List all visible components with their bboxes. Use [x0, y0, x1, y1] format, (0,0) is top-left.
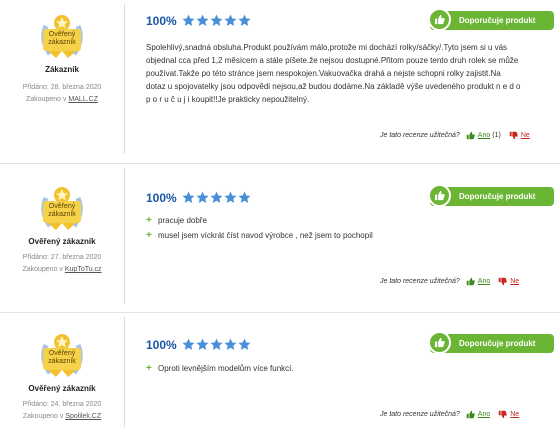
- star-icon: [196, 14, 209, 26]
- star-icon: [182, 191, 195, 203]
- reviewer-panel: Ověřený zákazník Ověřený zákazník Přidán…: [0, 164, 124, 312]
- star-icon: [182, 14, 195, 26]
- shop-link[interactable]: KupToTu.cz: [65, 266, 102, 273]
- helpfulness-prompt: Je tato recenze užitečná? Ano Ne: [380, 277, 519, 286]
- star-icon: [210, 14, 223, 26]
- star-icon: [224, 14, 237, 26]
- pro-item: + pracuje dobře: [146, 215, 207, 226]
- pro-text: Oproti levnějším modelům více funkcí.: [158, 364, 294, 373]
- rating-stars: [182, 14, 251, 27]
- thumbs-up-icon[interactable]: [466, 277, 475, 286]
- helpful-no-link[interactable]: Ne: [510, 278, 519, 285]
- verified-badge: Ověřený zákazník: [36, 12, 88, 62]
- recommends-label: Doporučuje produkt: [459, 192, 536, 201]
- helpfulness-prompt: Je tato recenze užitečná? Ano Ne: [380, 410, 519, 419]
- star-icon: [238, 14, 251, 26]
- helpful-yes-link[interactable]: Ano: [478, 411, 490, 418]
- review-date: Přidáno: 28. března 2020: [22, 84, 102, 91]
- helpful-no-link[interactable]: Ne: [521, 132, 530, 139]
- star-icon: [196, 338, 209, 350]
- review-item: Ověřený zákazník Ověřený zákazník Přidán…: [0, 313, 560, 429]
- review-date: Přidáno: 27. března 2020: [22, 254, 102, 261]
- helpful-question: Je tato recenze užitečná?: [380, 411, 460, 418]
- badge-label: Ověřený zákazník: [48, 350, 76, 365]
- recommends-label: Doporučuje produkt: [459, 339, 536, 348]
- thumbs-up-icon: [428, 8, 451, 31]
- helpful-yes-count: (1): [492, 132, 501, 139]
- pro-text: pracuje dobře: [158, 216, 207, 225]
- rating-stars: [182, 191, 251, 204]
- reviewer-name: Ověřený zákazník: [28, 237, 96, 246]
- rating-percent: 100%: [146, 191, 177, 205]
- pro-item: + Oproti levnějším modelům více funkcí.: [146, 363, 294, 374]
- review-text: Spolehlivý,snadná obsluha.Produkt použív…: [146, 43, 521, 104]
- star-icon: [224, 191, 237, 203]
- thumbs-up-icon[interactable]: [466, 131, 475, 140]
- recommends-badge: Doporučuje produkt: [428, 8, 554, 31]
- star-icon: [210, 191, 223, 203]
- helpful-question: Je tato recenze užitečná?: [380, 132, 460, 139]
- reviewer-panel: Ověřený zákazník Zákazník Přidáno: 28. b…: [0, 0, 124, 163]
- star-icon: [238, 191, 251, 203]
- review-item: Ověřený zákazník Ověřený zákazník Přidán…: [0, 164, 560, 312]
- shop-link[interactable]: Spolilek.CZ: [65, 413, 101, 420]
- reviewer-name: Ověřený zákazník: [28, 384, 96, 393]
- plus-icon: +: [146, 230, 152, 241]
- rating-percent: 100%: [146, 14, 177, 28]
- star-icon: [210, 338, 223, 350]
- helpful-yes-link[interactable]: Ano: [478, 278, 490, 285]
- helpful-question: Je tato recenze užitečná?: [380, 278, 460, 285]
- review-item: Ověřený zákazník Zákazník Přidáno: 28. b…: [0, 0, 560, 163]
- reviewer-name: Zákazník: [45, 65, 79, 74]
- verified-badge: Ověřený zákazník: [36, 331, 88, 381]
- helpful-no-link[interactable]: Ne: [510, 411, 519, 418]
- reviewer-panel: Ověřený zákazník Ověřený zákazník Přidán…: [0, 313, 124, 429]
- helpful-yes-link[interactable]: Ano: [478, 132, 490, 139]
- purchased-at: Zakoupeno v Spolilek.CZ: [22, 413, 102, 420]
- shop-link[interactable]: MALL.CZ: [68, 96, 98, 103]
- verified-badge: Ověřený zákazník: [36, 184, 88, 234]
- thumbs-down-icon[interactable]: [498, 410, 508, 419]
- thumbs-up-icon: [428, 331, 451, 354]
- badge-label: Ověřený zákazník: [48, 203, 76, 218]
- recommends-label: Doporučuje produkt: [459, 16, 536, 25]
- thumbs-down-icon[interactable]: [498, 277, 508, 286]
- pro-text: musel jsem víckrát číst navod výrobce , …: [158, 231, 373, 240]
- star-icon: [182, 338, 195, 350]
- purchased-at: Zakoupeno v MALL.CZ: [26, 96, 98, 103]
- thumbs-up-icon[interactable]: [466, 410, 475, 419]
- rating-percent: 100%: [146, 338, 177, 352]
- recommends-badge: Doporučuje produkt: [428, 184, 554, 207]
- badge-label: Ověřený zákazník: [48, 31, 76, 46]
- star-icon: [196, 191, 209, 203]
- rating-stars: [182, 338, 251, 351]
- pro-item: + musel jsem víckrát číst navod výrobce …: [146, 230, 373, 241]
- helpfulness-prompt: Je tato recenze užitečná? Ano (1) Ne: [380, 131, 530, 140]
- recommends-badge: Doporučuje produkt: [428, 331, 554, 354]
- star-icon: [238, 338, 251, 350]
- thumbs-down-icon[interactable]: [509, 131, 518, 140]
- review-date: Přidáno: 24. března 2020: [22, 401, 102, 408]
- purchased-at: Zakoupeno v KupToTu.cz: [22, 266, 102, 273]
- thumbs-up-icon: [428, 184, 451, 207]
- plus-icon: +: [146, 363, 152, 374]
- star-icon: [224, 338, 237, 350]
- plus-icon: +: [146, 215, 152, 226]
